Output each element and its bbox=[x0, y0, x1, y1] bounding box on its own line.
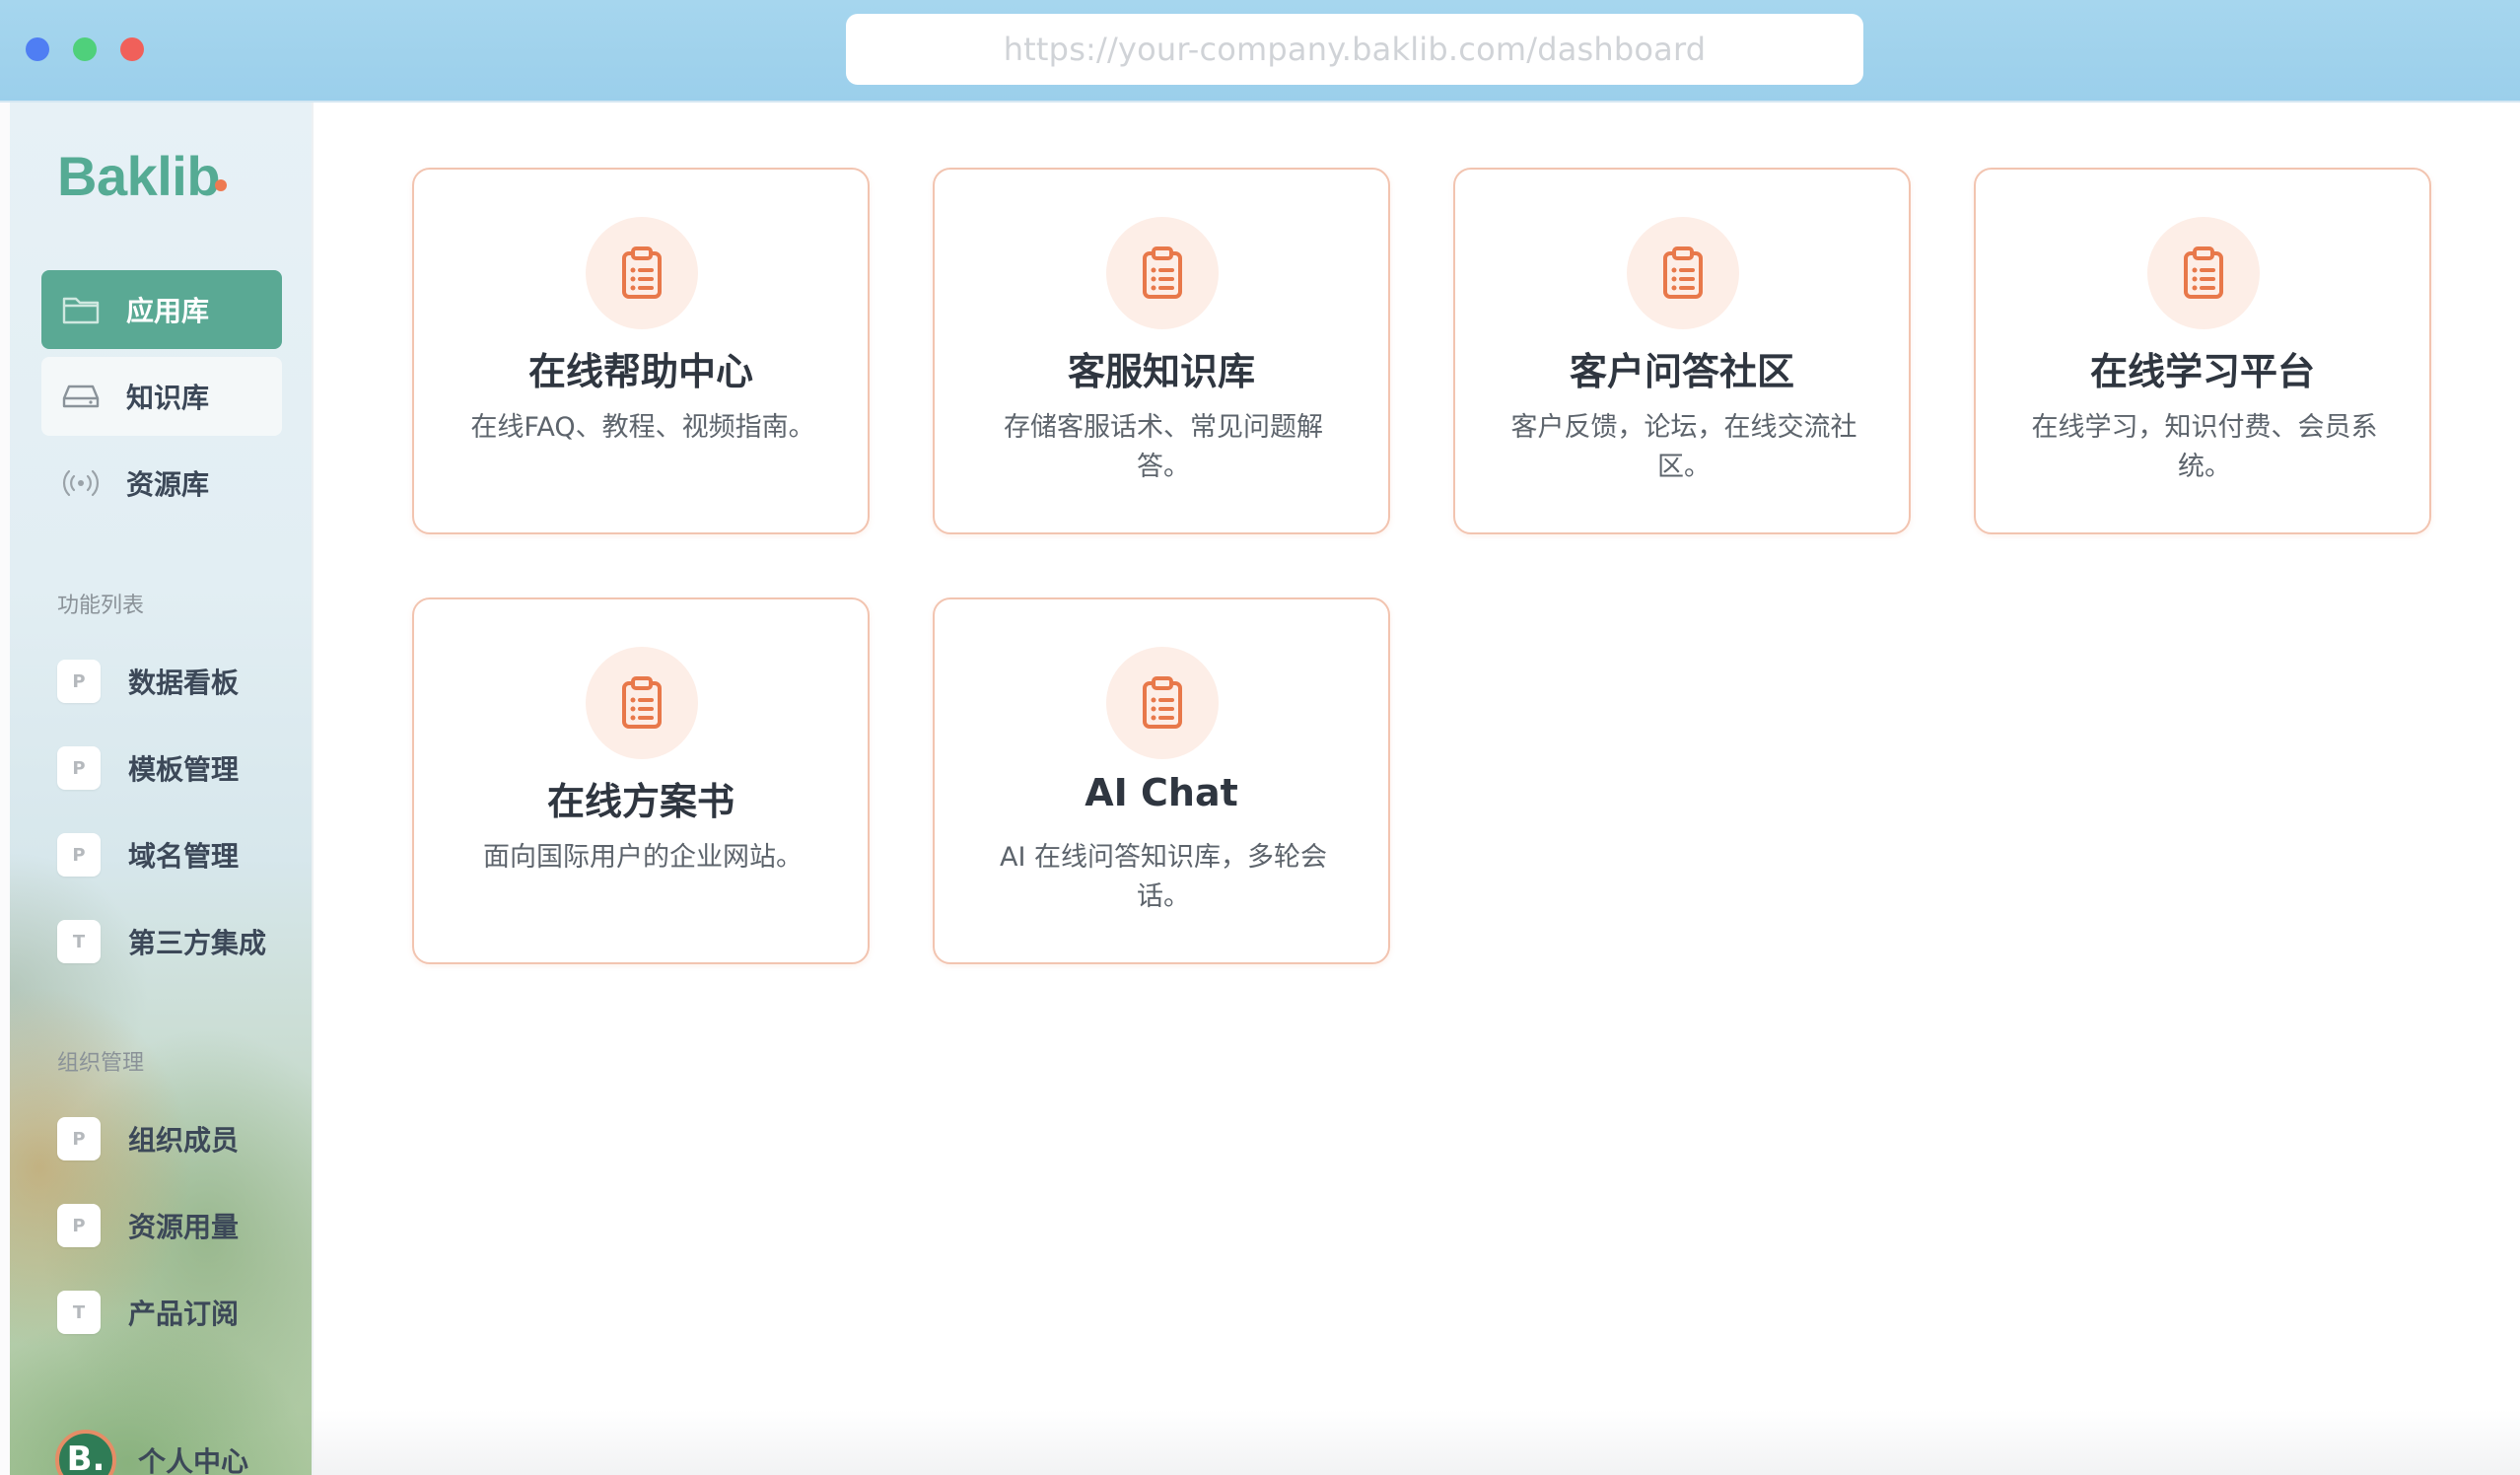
card-title: 客服知识库 bbox=[1067, 350, 1255, 393]
logo-dot bbox=[215, 179, 227, 191]
org-item-label: 组织成员 bbox=[128, 1124, 240, 1157]
card-title: 客户问答社区 bbox=[1569, 350, 1794, 393]
card-description: 面向国际用户的企业网站。 bbox=[483, 842, 803, 873]
bottom-shadow bbox=[314, 1410, 2520, 1475]
org-item-label: 资源用量 bbox=[128, 1211, 240, 1243]
clipboard-icon bbox=[1627, 217, 1739, 329]
plan-badge: P bbox=[57, 1204, 101, 1247]
baklib-logo[interactable]: Baklib bbox=[57, 144, 221, 208]
app-card-help-center[interactable]: 在线帮助中心 在线FAQ、教程、视频指南。 bbox=[412, 168, 870, 534]
nav-item-label: 资源库 bbox=[126, 468, 210, 501]
feature-item-templates[interactable]: P 模板管理 bbox=[57, 743, 239, 793]
plan-badge: P bbox=[57, 1117, 101, 1160]
folder-icon bbox=[61, 294, 101, 325]
clipboard-icon bbox=[2147, 217, 2260, 329]
plan-badge: T bbox=[57, 920, 101, 963]
url-text: https://your-company.baklib.com/dashboar… bbox=[1003, 31, 1707, 68]
clipboard-icon bbox=[1106, 217, 1219, 329]
browser-titlebar: https://your-company.baklib.com/dashboar… bbox=[0, 0, 2520, 103]
feature-item-label: 域名管理 bbox=[128, 840, 240, 873]
nav-item-label: 应用库 bbox=[126, 295, 210, 327]
app-card-learning-platform[interactable]: 在线学习平台 在线学习，知识付费、会员系统。 bbox=[1974, 168, 2431, 534]
feature-item-label: 模板管理 bbox=[128, 753, 240, 786]
window-minimize-button[interactable] bbox=[26, 37, 49, 61]
card-description: 存储客服话术、常见问题解答。 bbox=[1004, 412, 1323, 482]
drive-icon bbox=[61, 381, 101, 412]
org-section-title: 组织管理 bbox=[57, 1051, 145, 1076]
browser-window: https://your-company.baklib.com/dashboar… bbox=[0, 0, 2520, 1475]
sidebar: Baklib 应用库 知识库 资源库 功能列表 P 数据看板 P 模板管理 P … bbox=[10, 103, 314, 1475]
window-close-button[interactable] bbox=[120, 37, 144, 61]
card-description: AI 在线问答知识库，多轮会话。 bbox=[999, 842, 1327, 912]
plan-badge: P bbox=[57, 660, 101, 703]
nav-item-knowledge-base[interactable]: 知识库 bbox=[41, 357, 282, 436]
nav-item-resource-library[interactable]: 资源库 bbox=[41, 444, 282, 523]
main-content: 在线帮助中心 在线FAQ、教程、视频指南。 客服知识库 存储客服话术、常见问题解… bbox=[314, 103, 2520, 1475]
feature-item-domains[interactable]: P 域名管理 bbox=[57, 830, 239, 879]
plan-badge: P bbox=[57, 746, 101, 790]
clipboard-icon bbox=[586, 217, 698, 329]
card-title: 在线学习平台 bbox=[2089, 350, 2315, 393]
nav-item-label: 知识库 bbox=[126, 382, 210, 414]
plan-badge: P bbox=[57, 833, 101, 877]
app-card-support-kb[interactable]: 客服知识库 存储客服话术、常见问题解答。 bbox=[933, 168, 1390, 534]
features-section-title: 功能列表 bbox=[57, 594, 145, 618]
url-bar[interactable]: https://your-company.baklib.com/dashboar… bbox=[846, 14, 1863, 85]
card-description: 在线FAQ、教程、视频指南。 bbox=[470, 412, 815, 443]
org-item-label: 产品订阅 bbox=[128, 1298, 240, 1330]
org-item-usage[interactable]: P 资源用量 bbox=[57, 1201, 239, 1250]
clipboard-icon bbox=[1106, 647, 1219, 759]
app-card-community[interactable]: 客户问答社区 客户反馈，论坛，在线交流社区。 bbox=[1453, 168, 1911, 534]
profile-label: 个人中心 bbox=[138, 1445, 249, 1475]
card-description: 客户反馈，论坛，在线交流社区。 bbox=[1510, 412, 1857, 482]
feature-item-label: 数据看板 bbox=[128, 667, 240, 699]
app-card-proposal[interactable]: 在线方案书 面向国际用户的企业网站。 bbox=[412, 597, 870, 964]
card-title: 在线方案书 bbox=[546, 780, 735, 823]
card-title: AI Chat bbox=[1085, 771, 1238, 814]
profile-item[interactable]: B. 个人中心 bbox=[55, 1428, 248, 1475]
app-card-ai-chat[interactable]: AI Chat AI 在线问答知识库，多轮会话。 bbox=[933, 597, 1390, 964]
window-maximize-button[interactable] bbox=[73, 37, 97, 61]
feature-item-dashboard[interactable]: P 数据看板 bbox=[57, 657, 239, 706]
nav-item-app-library[interactable]: 应用库 bbox=[41, 270, 282, 349]
clipboard-icon bbox=[586, 647, 698, 759]
org-item-subscription[interactable]: T 产品订阅 bbox=[57, 1288, 239, 1337]
card-description: 在线学习，知识付费、会员系统。 bbox=[2031, 412, 2378, 482]
card-title: 在线帮助中心 bbox=[527, 350, 753, 393]
avatar: B. bbox=[55, 1430, 116, 1475]
broadcast-icon bbox=[61, 467, 101, 499]
org-item-members[interactable]: P 组织成员 bbox=[57, 1114, 239, 1163]
feature-item-label: 第三方集成 bbox=[128, 927, 267, 959]
plan-badge: T bbox=[57, 1291, 101, 1334]
feature-item-integrations[interactable]: T 第三方集成 bbox=[57, 917, 266, 966]
